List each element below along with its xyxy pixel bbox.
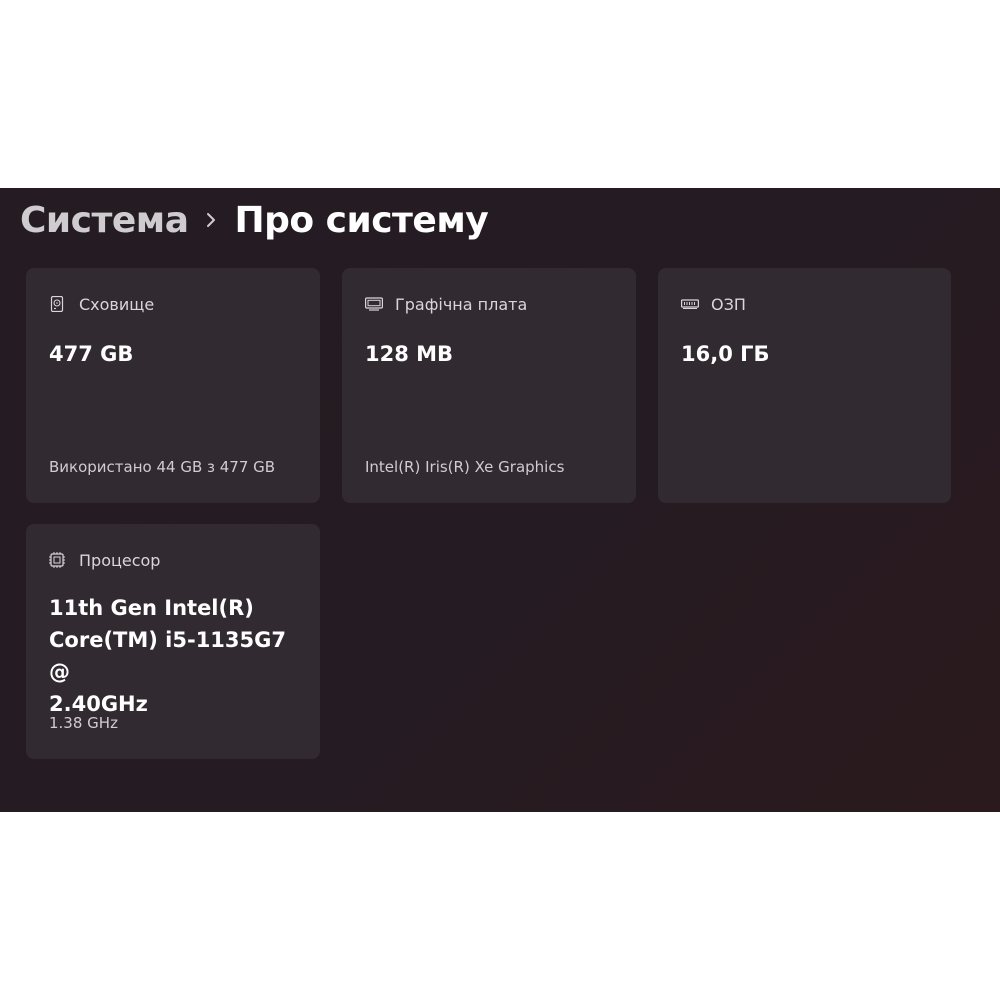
gpu-value: 128 MB (365, 342, 454, 366)
cpu-label: Процесор (79, 550, 161, 570)
hard-drive-icon (49, 295, 65, 313)
chevron-right-icon (188, 200, 234, 240)
cpu-card-header: Процесор (49, 550, 160, 570)
ram-value: 16,0 ГБ (681, 342, 770, 366)
gpu-label: Графічна плата (395, 294, 528, 314)
cpu-value-line: 11th Gen Intel(R) (49, 596, 254, 620)
ram-label: ОЗП (711, 294, 746, 314)
processor-icon (49, 552, 65, 568)
monitor-icon (365, 296, 383, 312)
breadcrumb: Система Про систему (20, 194, 489, 246)
gpu-card-header: Графічна плата (365, 294, 527, 314)
cpu-value-line: Core(TM) i5-1135G7 @ (49, 628, 286, 684)
memory-icon (681, 296, 699, 312)
gpu-card[interactable]: Графічна плата 128 MB Intel(R) Iris(R) X… (342, 268, 636, 503)
settings-panel: Система Про систему Сховище 477 GB Викор… (0, 188, 1000, 812)
cpu-detail: 1.38 GHz (49, 714, 118, 732)
storage-card-header: Сховище (49, 294, 154, 314)
page-title: Про систему (234, 199, 489, 241)
breadcrumb-parent[interactable]: Система (20, 200, 189, 241)
storage-value: 477 GB (49, 342, 134, 366)
ram-card[interactable]: ОЗП 16,0 ГБ (658, 268, 951, 503)
gpu-detail: Intel(R) Iris(R) Xe Graphics (365, 458, 565, 476)
storage-card[interactable]: Сховище 477 GB Використано 44 GB з 477 G… (26, 268, 320, 503)
cpu-card[interactable]: Процесор 11th Gen Intel(R) Core(TM) i5-1… (26, 524, 320, 759)
storage-detail: Використано 44 GB з 477 GB (49, 458, 276, 476)
cpu-value: 11th Gen Intel(R) Core(TM) i5-1135G7 @ 2… (49, 592, 309, 720)
storage-label: Сховище (79, 294, 155, 314)
ram-card-header: ОЗП (681, 294, 746, 314)
